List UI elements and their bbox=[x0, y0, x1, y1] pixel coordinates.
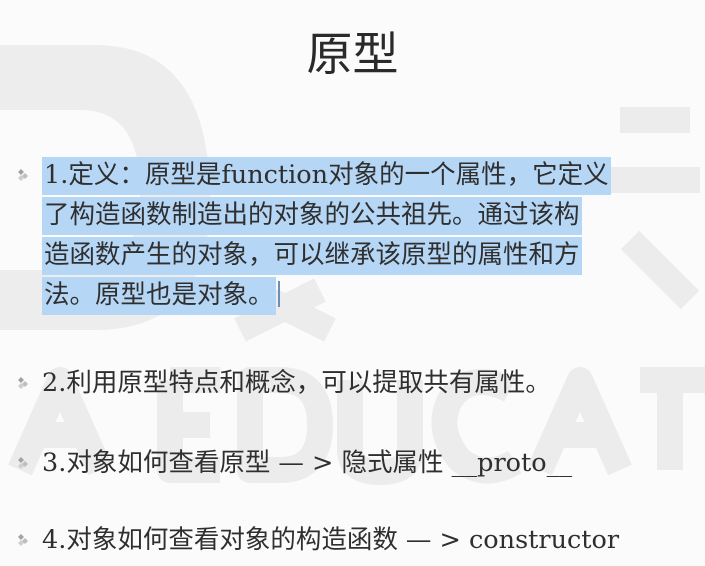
diamond-cluster-bullet-icon bbox=[18, 457, 28, 469]
bullet-text[interactable]: 1.定义：原型是function对象的一个属性，它定义 了构造函数制造出的对象的… bbox=[42, 155, 690, 315]
diamond-cluster-bullet-icon bbox=[18, 169, 28, 181]
bullet-text[interactable]: 2.利用原型特点和概念，可以提取共有属性。 bbox=[42, 363, 551, 403]
bullet-text[interactable]: 3.对象如何查看原型 — > 隐式属性 __proto__ bbox=[42, 443, 572, 483]
diamond-cluster-bullet-icon bbox=[18, 534, 28, 546]
text-cursor bbox=[277, 281, 280, 307]
bullet-list: 1.定义：原型是function对象的一个属性，它定义 了构造函数制造出的对象的… bbox=[0, 0, 705, 566]
selected-text-line[interactable]: 造函数产生的对象，可以继承该原型的属性和方 bbox=[42, 237, 582, 275]
diamond-cluster-bullet-icon bbox=[18, 377, 28, 389]
selected-text-line[interactable]: 了构造函数制造出的对象的公共祖先。通过该构 bbox=[42, 197, 582, 235]
selected-text-line[interactable]: 法。原型也是对象。 bbox=[42, 277, 276, 315]
selected-text-line[interactable]: 1.定义：原型是function对象的一个属性，它定义 bbox=[42, 157, 611, 195]
bullet-text[interactable]: 4.对象如何查看对象的构造函数 — > constructor bbox=[42, 520, 619, 560]
presentation-slide: 原型 1.定义：原型是function对象的一个属性，它定义 了构造函数制造出的… bbox=[0, 0, 705, 566]
